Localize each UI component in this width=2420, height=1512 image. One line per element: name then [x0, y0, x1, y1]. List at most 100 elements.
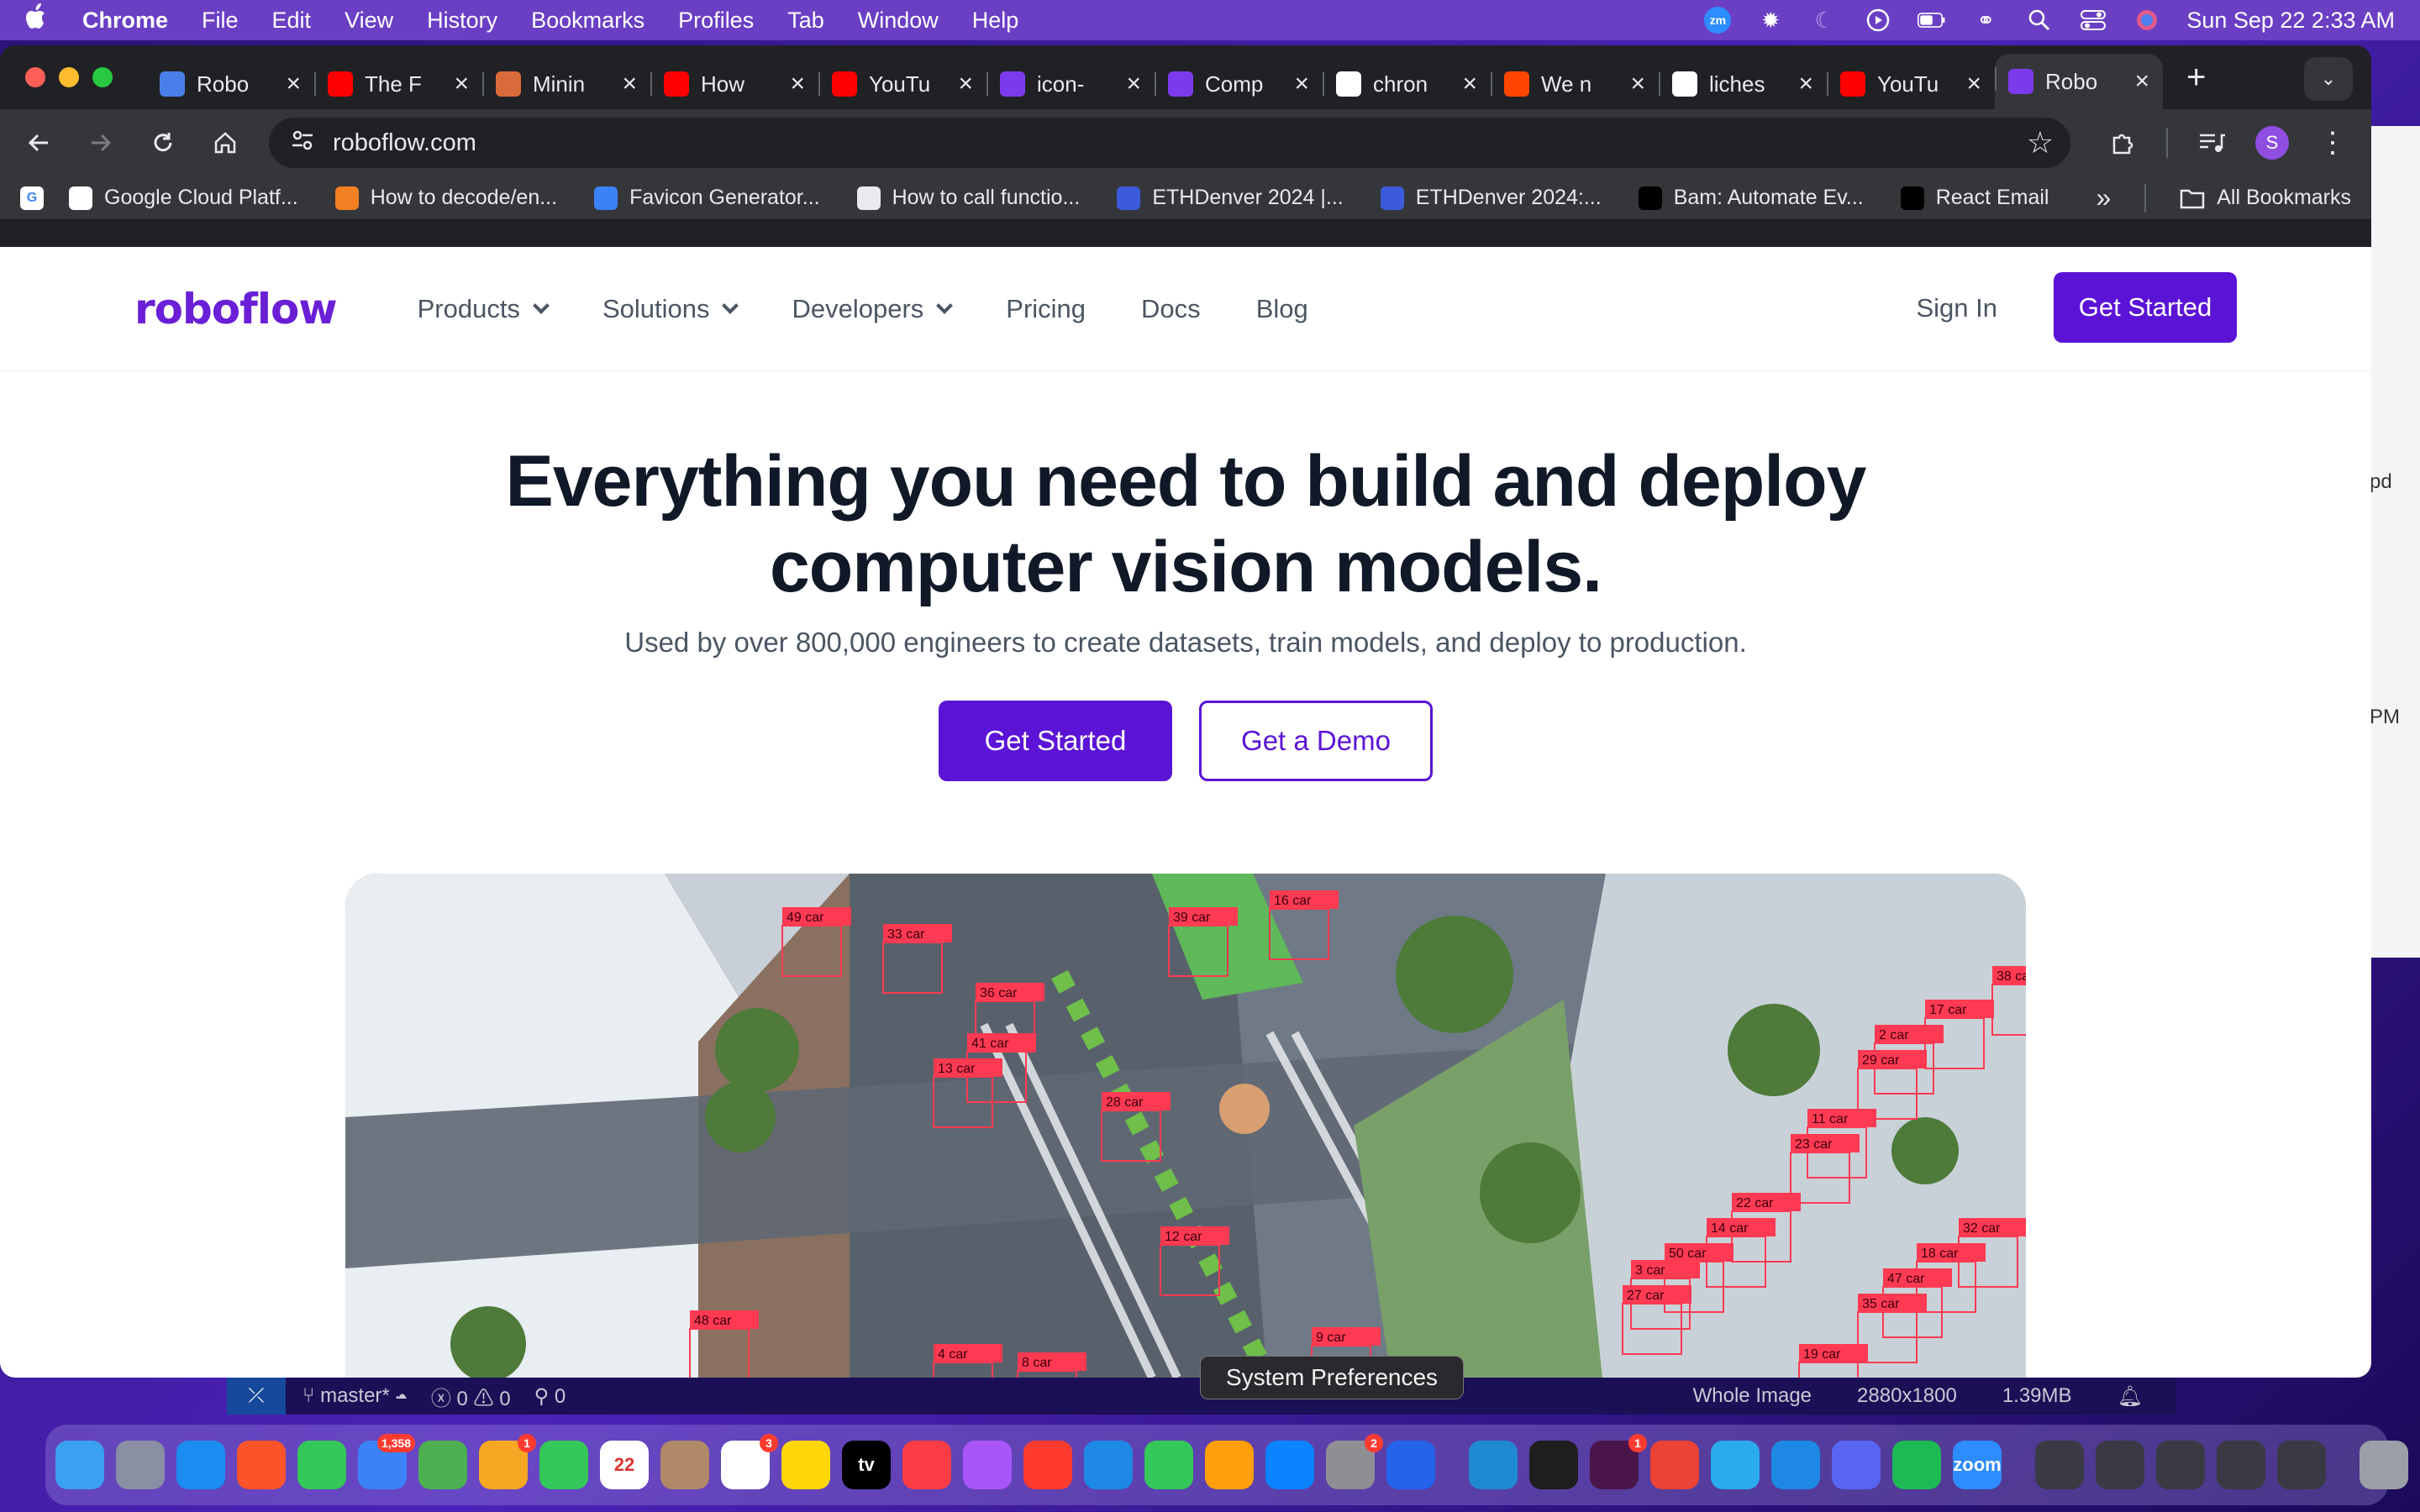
close-window-button[interactable]	[25, 67, 45, 87]
tab-search-button[interactable]: ⌄	[2304, 57, 2353, 101]
menu-history[interactable]: History	[427, 8, 497, 34]
window-thumb-4-icon[interactable]	[2217, 1441, 2265, 1489]
nav-docs[interactable]: Docs	[1141, 294, 1201, 324]
chrome-icon[interactable]	[1650, 1441, 1699, 1489]
menu-tab[interactable]: Tab	[787, 8, 824, 34]
browser-tab[interactable]: Minin ×	[482, 59, 650, 109]
close-tab-icon[interactable]: ×	[2134, 67, 2149, 96]
maximize-window-button[interactable]	[92, 67, 113, 87]
browser-tab[interactable]: chron ×	[1323, 59, 1491, 109]
home-button[interactable]	[207, 124, 244, 161]
menu-app-name[interactable]: Chrome	[82, 8, 168, 34]
browser-tab[interactable]: icon- ×	[986, 59, 1155, 109]
app-store-icon[interactable]	[1265, 1441, 1314, 1489]
control-center-icon[interactable]	[2079, 8, 2107, 33]
nav-developers[interactable]: Developers	[792, 294, 954, 324]
menu-file[interactable]: File	[202, 8, 239, 34]
window-thumb-5-icon[interactable]	[2277, 1441, 2326, 1489]
close-tab-icon[interactable]: ×	[1630, 70, 1645, 98]
link-icon[interactable]: ⚭	[1971, 8, 2000, 33]
get-a-demo-button[interactable]: Get a Demo	[1199, 701, 1433, 781]
forward-button[interactable]	[82, 124, 119, 161]
messages-icon[interactable]	[297, 1441, 346, 1489]
minimize-window-button[interactable]	[59, 67, 79, 87]
arc-icon[interactable]	[1386, 1441, 1435, 1489]
back-button[interactable]	[20, 124, 57, 161]
bookmark-item[interactable]: React Email	[1900, 186, 2049, 210]
browser-tab[interactable]: How ×	[650, 59, 818, 109]
bookmark-item[interactable]: Bam: Automate Ev...	[1638, 186, 1864, 210]
mail-icon[interactable]: 1,358	[358, 1434, 415, 1489]
play-icon[interactable]	[1864, 8, 1892, 33]
menubar-clock[interactable]: Sun Sep 22 2:33 AM	[2186, 8, 2395, 34]
bell-icon[interactable]: 🔔︎	[2118, 1384, 2143, 1409]
bookmark-item[interactable]: How to call functio...	[856, 186, 1080, 210]
menu-window[interactable]: Window	[858, 8, 939, 34]
menu-edit[interactable]: Edit	[272, 8, 312, 34]
notes-icon[interactable]	[781, 1441, 830, 1489]
reload-button[interactable]	[145, 124, 182, 161]
window-thumb-2-icon[interactable]	[2096, 1441, 2144, 1489]
search-icon[interactable]	[2025, 8, 2054, 33]
finder-icon[interactable]	[55, 1441, 104, 1489]
google-apps-bookmark[interactable]: G	[20, 186, 44, 210]
bluetooth-icon[interactable]	[1771, 1441, 1820, 1489]
nav-pricing[interactable]: Pricing	[1006, 294, 1086, 324]
close-tab-icon[interactable]: ×	[622, 70, 637, 98]
close-tab-icon[interactable]: ×	[1966, 70, 1981, 98]
close-tab-icon[interactable]: ×	[958, 70, 973, 98]
menu-bookmarks[interactable]: Bookmarks	[531, 8, 644, 34]
all-bookmarks-button[interactable]: All Bookmarks	[2180, 186, 2351, 210]
photos-icon[interactable]: 1	[479, 1434, 536, 1489]
siri-icon[interactable]	[2133, 8, 2161, 33]
trash-icon[interactable]	[2360, 1441, 2408, 1489]
nav-blog[interactable]: Blog	[1256, 294, 1308, 324]
launchpad-icon[interactable]	[116, 1441, 165, 1489]
podcasts-icon[interactable]	[963, 1441, 1012, 1489]
close-tab-icon[interactable]: ×	[1126, 70, 1141, 98]
maps-icon[interactable]	[418, 1441, 467, 1489]
hero-get-started-button[interactable]: Get Started	[939, 701, 1172, 781]
apple-menu-icon[interactable]	[25, 3, 49, 38]
system-preferences-icon[interactable]: 2	[1326, 1434, 1383, 1489]
extensions-icon[interactable]	[2104, 124, 2141, 161]
contacts-icon[interactable]	[660, 1441, 709, 1489]
pages-icon[interactable]	[1205, 1441, 1254, 1489]
close-tab-icon[interactable]: ×	[286, 70, 301, 98]
browser-tab[interactable]: liches ×	[1659, 59, 1827, 109]
remote-indicator-icon[interactable]: ⤫	[227, 1378, 286, 1415]
music-icon[interactable]	[902, 1441, 951, 1489]
safari-icon[interactable]	[176, 1441, 225, 1489]
news-icon[interactable]	[1023, 1441, 1072, 1489]
nav-get-started-button[interactable]: Get Started	[2054, 272, 2237, 343]
browser-tab[interactable]: YouTu ×	[818, 59, 986, 109]
discord-icon[interactable]	[1832, 1441, 1881, 1489]
brave-icon[interactable]	[237, 1441, 286, 1489]
roboflow-logo[interactable]: roboflow	[134, 285, 338, 333]
browser-tab[interactable]: Robo ×	[146, 59, 314, 109]
browser-tab[interactable]: Comp ×	[1155, 59, 1323, 109]
nav-solutions[interactable]: Solutions	[602, 294, 739, 324]
bookmark-item[interactable]: ETHDenver 2024 |...	[1117, 186, 1344, 210]
zoom-status-icon[interactable]: zm	[1704, 7, 1732, 34]
close-tab-icon[interactable]: ×	[1798, 70, 1813, 98]
battery-icon[interactable]	[1918, 8, 1946, 33]
vscode-icon[interactable]	[1469, 1441, 1518, 1489]
ports-indicator[interactable]: ⚲ 0	[534, 1384, 566, 1409]
bookmark-item[interactable]: ETHDenver 2024:...	[1380, 186, 1602, 210]
brightness-icon[interactable]: ✹	[1756, 8, 1785, 33]
browser-tab[interactable]: We n ×	[1491, 59, 1659, 109]
calendar-icon[interactable]: 22	[600, 1441, 649, 1489]
git-branch[interactable]: ⑂ master* ☁	[302, 1384, 408, 1408]
nav-products[interactable]: Products	[418, 294, 550, 324]
reminders-icon[interactable]: 3	[721, 1434, 778, 1489]
site-info-icon[interactable]	[286, 129, 319, 158]
menu-view[interactable]: View	[345, 8, 393, 34]
bookmarks-overflow-icon[interactable]: »	[2096, 182, 2111, 213]
media-controls-icon[interactable]	[2193, 124, 2230, 161]
bookmark-star-icon[interactable]: ☆	[2027, 125, 2054, 160]
close-tab-icon[interactable]: ×	[790, 70, 805, 98]
new-tab-button[interactable]: +	[2186, 59, 2206, 97]
profile-avatar[interactable]: S	[2255, 126, 2289, 160]
browser-tab[interactable]: The F ×	[314, 59, 482, 109]
